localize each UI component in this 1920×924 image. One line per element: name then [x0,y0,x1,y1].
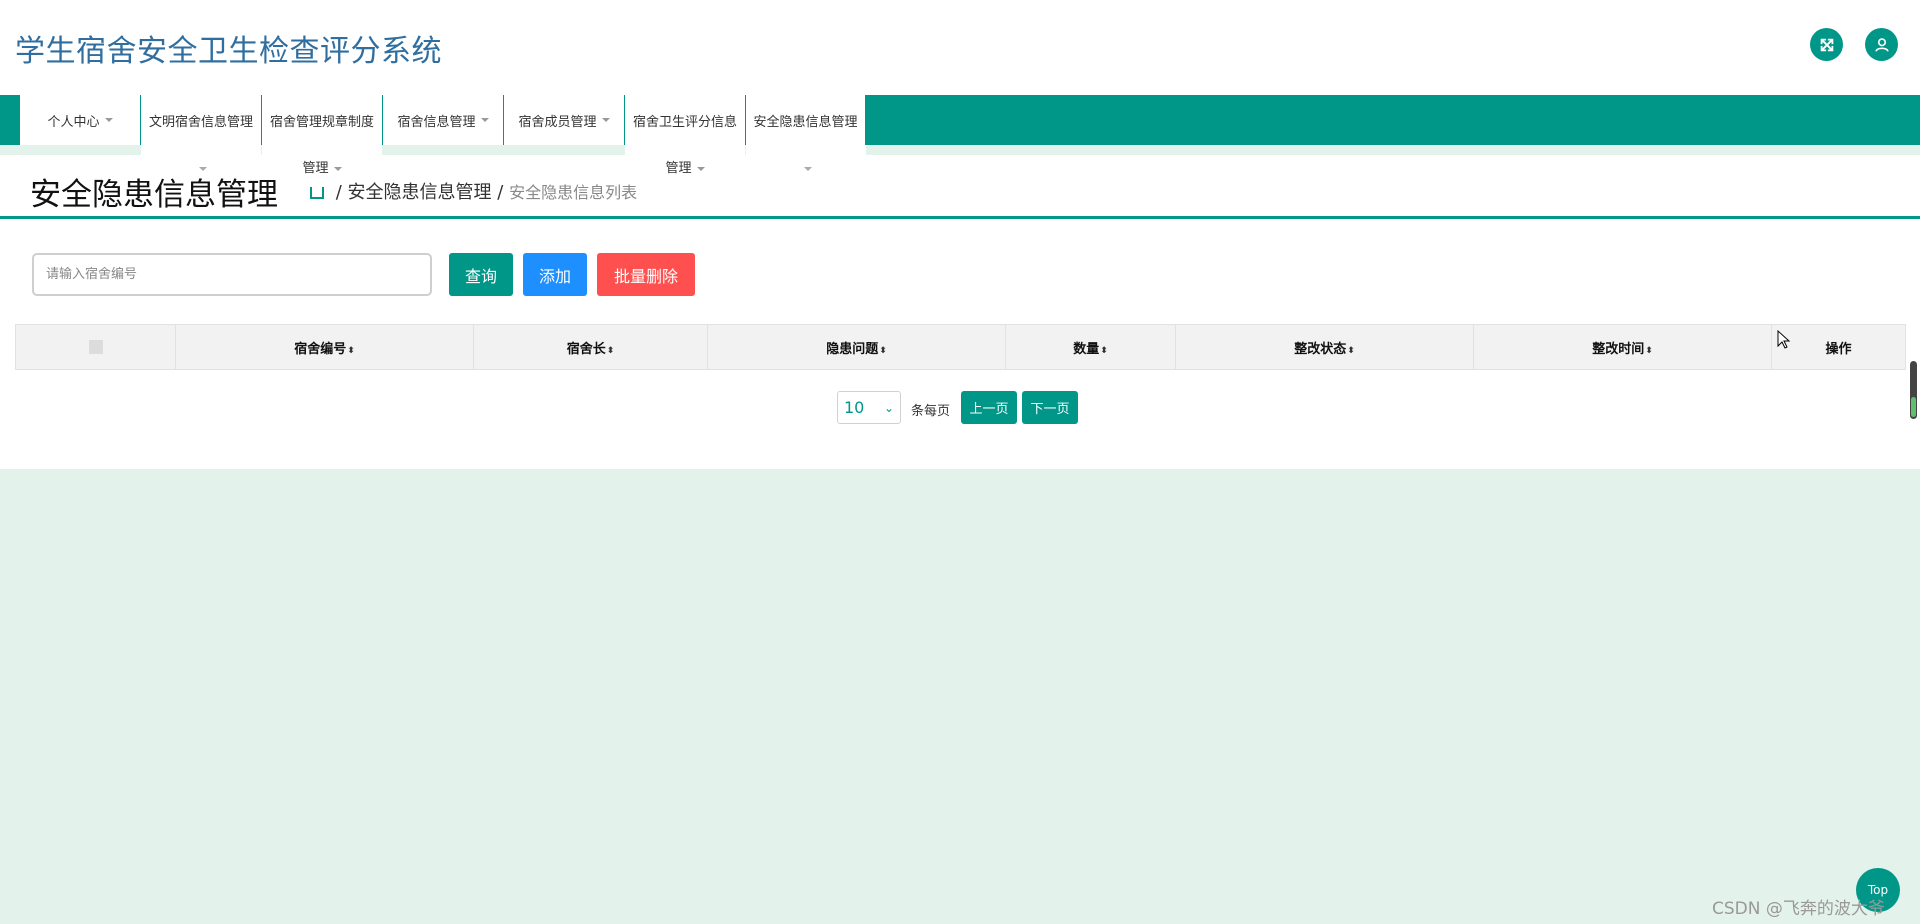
nav-item-hygiene-score[interactable]: 宿舍卫生评分信息 [624,95,746,145]
nav-item-label: 文明宿舍信息管理 [148,114,253,130]
expand-arrows-icon [1820,38,1833,51]
prev-page-button[interactable]: 上一页 [961,391,1017,424]
select-all-checkbox[interactable] [88,340,103,354]
column-header-dorm-leader[interactable]: 宿舍长⬍ [473,324,708,370]
nav-item-dorm-rules[interactable]: 宿舍管理规章制度 [261,95,383,145]
breadcrumb: / 安全隐患信息管理 / 安全隐患信息列表 [310,178,637,204]
hazard-table: 宿舍编号⬍ 宿舍长⬍ 隐患问题⬍ 数量⬍ 整改状态⬍ 整改时间⬍ 操作 [15,324,1906,370]
nav-item-label-cont: 管理 [302,161,329,176]
scroll-indicator[interactable] [1910,361,1917,419]
column-label: 操作 [1825,341,1852,357]
add-button[interactable]: 添加 [523,253,587,296]
sort-icon[interactable]: ⬍ [1347,346,1355,356]
column-header-quantity[interactable]: 数量⬍ [1005,324,1176,370]
column-header-actions: 操作 [1771,324,1906,370]
scroll-fill [1911,397,1916,417]
mouse-cursor-icon [1777,330,1791,349]
nav-item-label: 宿舍管理规章制度 [269,114,374,130]
nav-item-civilized-dorm[interactable]: 文明宿舍信息管理 [140,95,262,145]
title-divider [0,216,1920,219]
breadcrumb-separator: / [497,182,504,203]
caret-down-icon [480,118,489,122]
column-label: 宿舍长 [566,341,606,357]
batch-delete-button[interactable]: 批量删除 [597,253,695,296]
nav-item-hygiene-score-overflow[interactable]: 管理 [625,145,745,195]
select-all-cell [15,324,176,370]
fullscreen-button[interactable] [1810,28,1843,61]
watermark: CSDN @飞奔的波大爷 [1712,899,1885,919]
nav-item-label: 安全隐患信息管理 [753,114,858,130]
search-input[interactable] [32,253,432,296]
column-header-rectify-time[interactable]: 整改时间⬍ [1473,324,1772,370]
per-page-label: 条每页 [911,404,951,419]
nav-item-label: 宿舍成员管理 [518,114,597,130]
sort-icon[interactable]: ⬍ [1100,346,1108,356]
caret-down-icon [804,167,812,171]
caret-down-icon [104,118,113,122]
sort-icon[interactable]: ⬍ [879,346,887,356]
chevron-down-icon: ⌄ [883,401,894,415]
column-label: 隐患问题 [826,341,879,357]
nav-item-dorm-members[interactable]: 宿舍成员管理 [503,95,625,145]
user-button[interactable] [1865,28,1898,61]
sort-icon[interactable]: ⬍ [1645,346,1653,356]
sort-icon[interactable]: ⬍ [607,346,615,356]
caret-down-icon [696,166,705,171]
page-size-select[interactable]: 10 ⌄ [837,391,901,424]
breadcrumb-separator: / [335,182,342,203]
content-panel [0,155,1920,469]
breadcrumb-current: 安全隐患信息列表 [509,183,638,202]
nav-item-personal-center[interactable]: 个人中心 [19,95,141,145]
nav-item-dorm-info[interactable]: 宿舍信息管理 [382,95,504,145]
query-button[interactable]: 查询 [449,253,513,296]
page-title: 安全隐患信息管理 [30,177,278,213]
table-header-row: 宿舍编号⬍ 宿舍长⬍ 隐患问题⬍ 数量⬍ 整改状态⬍ 整改时间⬍ 操作 [15,324,1906,370]
nav-item-safety-hazard[interactable]: 安全隐患信息管理 [745,95,866,145]
caret-down-icon [601,118,610,122]
column-label: 宿舍编号 [294,341,347,357]
sort-icon[interactable]: ⬍ [347,346,355,356]
caret-down-icon [333,166,342,171]
home-icon[interactable] [310,187,324,199]
column-label: 数量 [1073,341,1100,357]
column-label: 整改状态 [1294,341,1347,357]
column-header-dorm-no[interactable]: 宿舍编号⬍ [175,324,474,370]
column-header-hazard-issue[interactable]: 隐患问题⬍ [707,324,1006,370]
page-size-value: 10 [844,398,865,417]
column-header-rectify-status[interactable]: 整改状态⬍ [1175,324,1474,370]
nav-item-label: 宿舍信息管理 [397,114,476,130]
nav-item-label: 个人中心 [47,114,100,130]
user-icon [1874,37,1889,52]
next-page-button[interactable]: 下一页 [1022,391,1078,424]
breadcrumb-section[interactable]: 安全隐患信息管理 [348,182,492,203]
app-title: 学生宿舍安全卫生检查评分系统 [15,34,442,69]
nav-item-label-cont: 管理 [665,161,692,176]
column-label: 整改时间 [1592,341,1645,357]
nav-item-label: 宿舍卫生评分信息 [632,114,737,130]
